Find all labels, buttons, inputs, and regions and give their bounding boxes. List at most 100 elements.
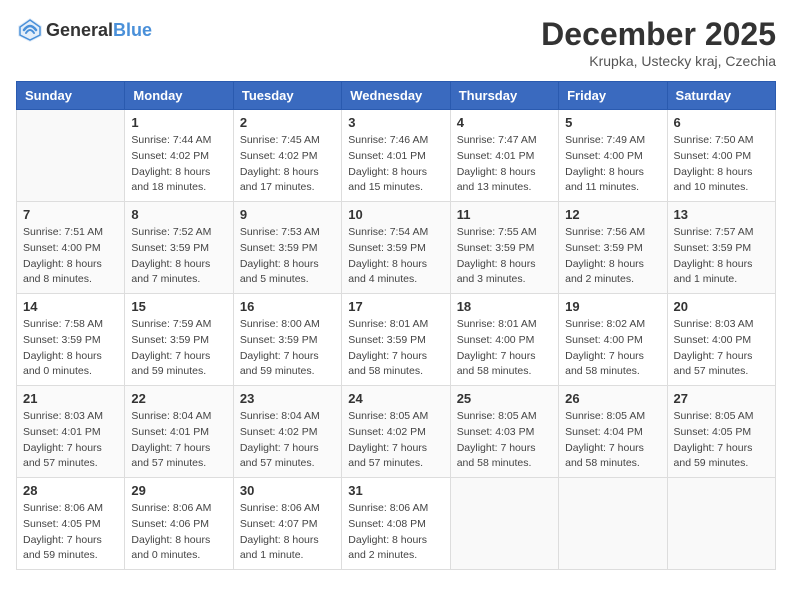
day-info: Sunrise: 8:04 AMSunset: 4:02 PMDaylight:… <box>240 409 335 472</box>
day-info: Sunrise: 8:05 AMSunset: 4:03 PMDaylight:… <box>457 409 552 472</box>
logo-icon <box>16 16 44 44</box>
header-tuesday: Tuesday <box>233 82 341 110</box>
calendar-cell: 25 Sunrise: 8:05 AMSunset: 4:03 PMDayligh… <box>450 386 558 478</box>
calendar-table: SundayMondayTuesdayWednesdayThursdayFrid… <box>16 81 776 570</box>
logo: GeneralBlue <box>16 16 152 44</box>
logo-blue: Blue <box>113 20 152 40</box>
calendar-cell: 10Sunrise: 7:54 AMSunset: 3:59 PMDayligh… <box>342 202 450 294</box>
calendar-cell: 24 Sunrise: 8:05 AMSunset: 4:02 PMDayligh… <box>342 386 450 478</box>
location-title: Krupka, Ustecky kraj, Czechia <box>541 53 776 69</box>
header-thursday: Thursday <box>450 82 558 110</box>
day-info: Sunrise: 8:03 AMSunset: 4:01 PMDaylight:… <box>23 409 118 472</box>
calendar-cell: 15Sunrise: 7:59 AMSunset: 3:59 PMDayligh… <box>125 294 233 386</box>
logo-text-container: GeneralBlue <box>46 20 152 41</box>
day-info: Sunrise: 8:06 AMSunset: 4:07 PMDaylight:… <box>240 501 335 564</box>
month-title: December 2025 <box>541 16 776 53</box>
calendar-week-row: 7 Sunrise: 7:51 AMSunset: 4:00 PMDaylight… <box>17 202 776 294</box>
calendar-cell <box>450 478 558 570</box>
day-info: Sunrise: 7:58 AMSunset: 3:59 PMDaylight:… <box>23 317 118 380</box>
calendar-cell: 3 Sunrise: 7:46 AMSunset: 4:01 PMDaylight… <box>342 110 450 202</box>
calendar-cell: 19 Sunrise: 8:02 AMSunset: 4:00 PMDayligh… <box>559 294 667 386</box>
calendar-cell: 18Sunrise: 8:01 AMSunset: 4:00 PMDayligh… <box>450 294 558 386</box>
day-number: 23 <box>240 391 335 406</box>
day-number: 13 <box>674 207 769 222</box>
day-info: Sunrise: 7:57 AMSunset: 3:59 PMDaylight:… <box>674 225 769 288</box>
day-number: 28 <box>23 483 118 498</box>
calendar-cell: 7 Sunrise: 7:51 AMSunset: 4:00 PMDaylight… <box>17 202 125 294</box>
day-info: Sunrise: 7:45 AMSunset: 4:02 PMDaylight:… <box>240 133 335 196</box>
calendar-cell: 28 Sunrise: 8:06 AMSunset: 4:05 PMDayligh… <box>17 478 125 570</box>
day-number: 4 <box>457 115 552 130</box>
title-section: December 2025 Krupka, Ustecky kraj, Czec… <box>541 16 776 69</box>
day-number: 2 <box>240 115 335 130</box>
day-number: 21 <box>23 391 118 406</box>
day-number: 30 <box>240 483 335 498</box>
day-number: 16 <box>240 299 335 314</box>
calendar-cell <box>559 478 667 570</box>
day-number: 25 <box>457 391 552 406</box>
day-info: Sunrise: 8:06 AMSunset: 4:05 PMDaylight:… <box>23 501 118 564</box>
day-info: Sunrise: 7:49 AMSunset: 4:00 PMDaylight:… <box>565 133 660 196</box>
day-number: 18 <box>457 299 552 314</box>
day-number: 15 <box>131 299 226 314</box>
day-number: 14 <box>23 299 118 314</box>
calendar-cell: 22 Sunrise: 8:04 AMSunset: 4:01 PMDayligh… <box>125 386 233 478</box>
day-info: Sunrise: 7:44 AMSunset: 4:02 PMDaylight:… <box>131 133 226 196</box>
calendar-cell <box>667 478 775 570</box>
day-number: 29 <box>131 483 226 498</box>
day-info: Sunrise: 7:56 AMSunset: 3:59 PMDaylight:… <box>565 225 660 288</box>
header-wednesday: Wednesday <box>342 82 450 110</box>
day-info: Sunrise: 8:03 AMSunset: 4:00 PMDaylight:… <box>674 317 769 380</box>
calendar-cell: 11 Sunrise: 7:55 AMSunset: 3:59 PMDayligh… <box>450 202 558 294</box>
day-number: 6 <box>674 115 769 130</box>
day-number: 3 <box>348 115 443 130</box>
day-number: 7 <box>23 207 118 222</box>
day-info: Sunrise: 8:04 AMSunset: 4:01 PMDaylight:… <box>131 409 226 472</box>
calendar-cell: 12 Sunrise: 7:56 AMSunset: 3:59 PMDayligh… <box>559 202 667 294</box>
day-number: 1 <box>131 115 226 130</box>
day-info: Sunrise: 8:06 AMSunset: 4:08 PMDaylight:… <box>348 501 443 564</box>
day-number: 26 <box>565 391 660 406</box>
calendar-week-row: 28 Sunrise: 8:06 AMSunset: 4:05 PMDayligh… <box>17 478 776 570</box>
day-number: 19 <box>565 299 660 314</box>
day-number: 17 <box>348 299 443 314</box>
calendar-cell: 27Sunrise: 8:05 AMSunset: 4:05 PMDayligh… <box>667 386 775 478</box>
day-info: Sunrise: 7:55 AMSunset: 3:59 PMDaylight:… <box>457 225 552 288</box>
day-info: Sunrise: 7:52 AMSunset: 3:59 PMDaylight:… <box>131 225 226 288</box>
header-sunday: Sunday <box>17 82 125 110</box>
day-number: 31 <box>348 483 443 498</box>
calendar-cell: 8Sunrise: 7:52 AMSunset: 3:59 PMDaylight… <box>125 202 233 294</box>
day-info: Sunrise: 8:00 AMSunset: 3:59 PMDaylight:… <box>240 317 335 380</box>
calendar-cell: 31 Sunrise: 8:06 AMSunset: 4:08 PMDayligh… <box>342 478 450 570</box>
day-info: Sunrise: 8:02 AMSunset: 4:00 PMDaylight:… <box>565 317 660 380</box>
day-info: Sunrise: 8:06 AMSunset: 4:06 PMDaylight:… <box>131 501 226 564</box>
day-number: 12 <box>565 207 660 222</box>
calendar-cell: 21 Sunrise: 8:03 AMSunset: 4:01 PMDayligh… <box>17 386 125 478</box>
day-info: Sunrise: 8:05 AMSunset: 4:02 PMDaylight:… <box>348 409 443 472</box>
day-info: Sunrise: 7:54 AMSunset: 3:59 PMDaylight:… <box>348 225 443 288</box>
day-info: Sunrise: 7:51 AMSunset: 4:00 PMDaylight:… <box>23 225 118 288</box>
day-info: Sunrise: 8:01 AMSunset: 3:59 PMDaylight:… <box>348 317 443 380</box>
calendar-cell: 30 Sunrise: 8:06 AMSunset: 4:07 PMDayligh… <box>233 478 341 570</box>
day-info: Sunrise: 7:46 AMSunset: 4:01 PMDaylight:… <box>348 133 443 196</box>
day-info: Sunrise: 8:05 AMSunset: 4:04 PMDaylight:… <box>565 409 660 472</box>
day-number: 27 <box>674 391 769 406</box>
calendar-cell: 5Sunrise: 7:49 AMSunset: 4:00 PMDaylight… <box>559 110 667 202</box>
day-info: Sunrise: 7:47 AMSunset: 4:01 PMDaylight:… <box>457 133 552 196</box>
header-monday: Monday <box>125 82 233 110</box>
calendar-cell: 2 Sunrise: 7:45 AMSunset: 4:02 PMDaylight… <box>233 110 341 202</box>
calendar-cell: 6Sunrise: 7:50 AMSunset: 4:00 PMDaylight… <box>667 110 775 202</box>
calendar-cell: 16 Sunrise: 8:00 AMSunset: 3:59 PMDayligh… <box>233 294 341 386</box>
day-number: 22 <box>131 391 226 406</box>
day-number: 24 <box>348 391 443 406</box>
day-number: 20 <box>674 299 769 314</box>
calendar-cell: 29 Sunrise: 8:06 AMSunset: 4:06 PMDayligh… <box>125 478 233 570</box>
calendar-cell: 4 Sunrise: 7:47 AMSunset: 4:01 PMDaylight… <box>450 110 558 202</box>
calendar-header-row: SundayMondayTuesdayWednesdayThursdayFrid… <box>17 82 776 110</box>
calendar-cell: 13 Sunrise: 7:57 AMSunset: 3:59 PMDayligh… <box>667 202 775 294</box>
day-number: 11 <box>457 207 552 222</box>
calendar-cell: 26 Sunrise: 8:05 AMSunset: 4:04 PMDayligh… <box>559 386 667 478</box>
logo-general: General <box>46 20 113 40</box>
calendar-week-row: 14 Sunrise: 7:58 AMSunset: 3:59 PMDayligh… <box>17 294 776 386</box>
calendar-cell: 17 Sunrise: 8:01 AMSunset: 3:59 PMDayligh… <box>342 294 450 386</box>
